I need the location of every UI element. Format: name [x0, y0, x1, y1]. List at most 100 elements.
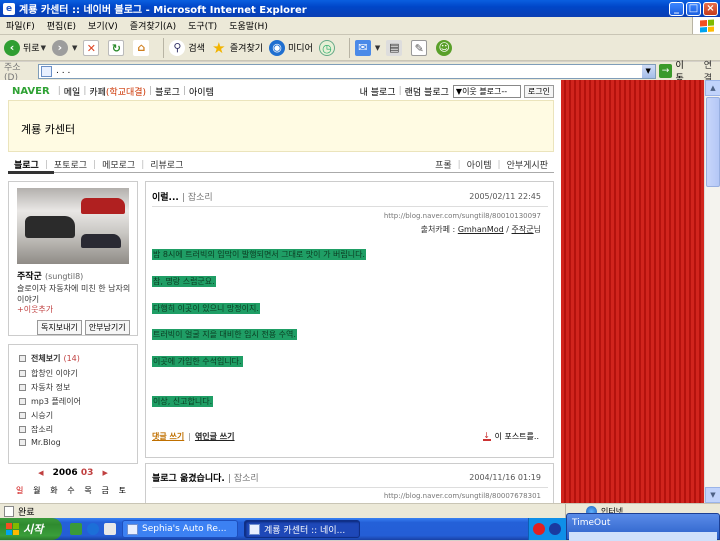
taskbar-task[interactable]: Sephia's Auto Re... — [122, 520, 238, 538]
back-arrow-icon: ‹ — [4, 39, 20, 56]
tray-icon[interactable] — [533, 523, 545, 535]
ie-icon[interactable] — [87, 523, 99, 535]
category-box: 전체보기 (14) 합창인 이야기 자동차 정보 mp3 플레이어 시승기 잡소리… — [8, 344, 138, 464]
scroll-thumb[interactable] — [706, 97, 720, 187]
forward-button[interactable]: › ▼ — [51, 39, 77, 56]
menu-file[interactable]: 파일(F) — [0, 19, 41, 32]
write-trackback-link[interactable]: 엮인글 쓰기 — [195, 431, 235, 442]
tab-reviewlog[interactable]: 리뷰로그 — [144, 158, 189, 171]
nav-my-blog[interactable]: 내 블로그 — [360, 85, 396, 98]
login-button[interactable]: 로그인 — [523, 84, 554, 98]
print-button[interactable]: ▤ — [386, 39, 405, 56]
folder-icon — [19, 384, 26, 391]
search-button[interactable]: ⚲ 검색 — [169, 39, 205, 56]
menu-tools[interactable]: 도구(T) — [182, 19, 223, 32]
start-button[interactable]: 시작 — [0, 518, 62, 540]
menu-help[interactable]: 도움말(H) — [223, 19, 274, 32]
weekday-label: 금 — [101, 486, 109, 495]
back-button[interactable]: ‹ 뒤로 ▼ — [4, 39, 46, 56]
nav-random-blog[interactable]: 랜덤 블로그 — [405, 85, 449, 98]
refresh-button[interactable]: ↻ — [108, 39, 127, 56]
scroll-down-button[interactable]: ▼ — [705, 487, 720, 503]
post-url[interactable]: http://blog.naver.com/sungtil8/800076783… — [384, 492, 541, 500]
category-all[interactable]: 전체보기 (14) — [19, 353, 80, 364]
post-body-line: 이상, 신고합니다. — [152, 396, 214, 407]
tray-icon[interactable] — [549, 523, 561, 535]
forward-arrow-icon: › — [51, 39, 68, 56]
profile-id: (sungtil8) — [44, 272, 84, 281]
address-url[interactable]: . . . — [56, 66, 642, 76]
source-user-link[interactable]: 주작군 — [512, 225, 534, 234]
nav-blog[interactable]: 블로그 — [155, 85, 180, 98]
post-footer: 댓글 쓰기 | 엮인글 쓰기 — [152, 431, 235, 442]
timeout-popup[interactable]: TimeOut — [566, 513, 720, 541]
tab-guestbook[interactable]: 안부게시판 — [501, 158, 554, 171]
nav-cafe[interactable]: 카페 — [89, 85, 106, 98]
weekday-label: 목 — [84, 486, 92, 495]
folder-icon — [19, 398, 26, 405]
post-title[interactable]: 블로그 옮겼습니다. | 잡소리 — [152, 471, 259, 484]
nav-mail[interactable]: 메일 — [64, 85, 81, 98]
send-note-button[interactable]: 독지보내기 — [37, 320, 82, 335]
nav-item[interactable]: 아이템 — [189, 85, 214, 98]
toolbar: ‹ 뒤로 ▼ › ▼ ✕ ↻ ⌂ ⚲ 검색 ★ 즐겨찾기 ◉ 미디어 ◷ ✉ ▼… — [0, 35, 720, 61]
nav-school-battle[interactable]: (학교대결) — [106, 85, 146, 98]
stop-icon: ✕ — [83, 39, 100, 56]
neighbor-blog-select[interactable]: ▼ 이웃 블로그-- — [452, 84, 521, 98]
home-icon: ⌂ — [133, 39, 150, 56]
page-icon — [41, 65, 53, 77]
write-comment-link[interactable]: 댓글 쓰기 — [152, 431, 184, 442]
tab-memolog[interactable]: 메모로그 — [96, 158, 141, 171]
tab-blog[interactable]: 블로그 — [8, 158, 45, 171]
favorites-button[interactable]: ★ 즐겨찾기 — [211, 40, 263, 56]
category-item[interactable]: 자동차 정보 — [19, 382, 70, 393]
media-button[interactable]: ◉ 미디어 — [269, 39, 313, 56]
category-item[interactable]: 시승기 — [19, 410, 53, 421]
mail-button[interactable]: ✉ ▼ — [354, 39, 380, 56]
menu-edit[interactable]: 편집(E) — [41, 19, 82, 32]
naver-logo[interactable]: NAVER — [12, 86, 50, 97]
blog-title[interactable]: 계룡 카센터 — [21, 121, 75, 137]
next-month-button[interactable]: ▶ — [103, 469, 108, 477]
close-button[interactable]: × — [703, 1, 718, 16]
category-item[interactable]: 잡소리 — [19, 424, 53, 435]
menu-favorites[interactable]: 즐겨찾기(A) — [124, 19, 182, 32]
address-dropdown-button[interactable]: ▼ — [641, 64, 655, 78]
weekday-label: 일 — [16, 486, 24, 495]
messenger-button[interactable]: ☺ — [436, 39, 455, 56]
blog-post: 이럴... | 잡소리 2005/02/11 22:45 http://blog… — [145, 181, 554, 458]
scrap-post[interactable]: ↓ 이 포스트를.. — [482, 431, 539, 442]
post-body-line: 트러빅이 얼굴 지을 대비한 임시 전용 수역. — [152, 329, 297, 340]
stop-button[interactable]: ✕ — [83, 39, 102, 56]
add-neighbor-link[interactable]: +이웃추가 — [17, 304, 53, 315]
category-item[interactable]: Mr.Blog — [19, 438, 61, 447]
leave-greeting-button[interactable]: 안부남기기 — [84, 320, 130, 335]
source-cafe-link[interactable]: GmhanMod — [458, 225, 504, 234]
refresh-icon: ↻ — [108, 39, 125, 56]
scroll-up-button[interactable]: ▲ — [705, 80, 720, 96]
tab-photolog[interactable]: 포토로그 — [48, 158, 93, 171]
post-url[interactable]: http://blog.naver.com/sungtil8/800101300… — [384, 212, 541, 220]
taskbar-task-active[interactable]: 계룡 카센터 :: 네이... — [244, 520, 360, 538]
desktop-icon[interactable] — [104, 523, 116, 535]
category-item[interactable]: mp3 플레이어 — [19, 396, 81, 407]
history-button[interactable]: ◷ — [318, 39, 338, 56]
maximize-button[interactable]: □ — [686, 1, 701, 16]
post-title[interactable]: 이럴... | 잡소리 — [152, 190, 213, 203]
tab-prologue[interactable]: 프롤 — [429, 158, 458, 171]
prev-month-button[interactable]: ◀ — [38, 469, 43, 477]
post-body-line: 이곳에 가입한 수석입니다. — [152, 356, 243, 367]
vertical-scrollbar[interactable]: ▲ ▼ — [704, 80, 720, 503]
minimize-button[interactable]: _ — [669, 1, 684, 16]
search-label: 검색 — [188, 44, 205, 54]
msn-icon[interactable] — [70, 523, 82, 535]
category-item[interactable]: 합창인 이야기 — [19, 368, 78, 379]
edit-button[interactable]: ✎ — [411, 39, 430, 56]
address-input[interactable]: . . . ▼ — [38, 63, 656, 79]
menu-view[interactable]: 보기(V) — [82, 19, 124, 32]
active-tab-indicator — [8, 171, 54, 174]
search-icon: ⚲ — [169, 39, 186, 56]
home-button[interactable]: ⌂ — [133, 39, 152, 56]
tab-item[interactable]: 아이템 — [461, 158, 498, 171]
weekday-label: 토 — [118, 486, 126, 495]
